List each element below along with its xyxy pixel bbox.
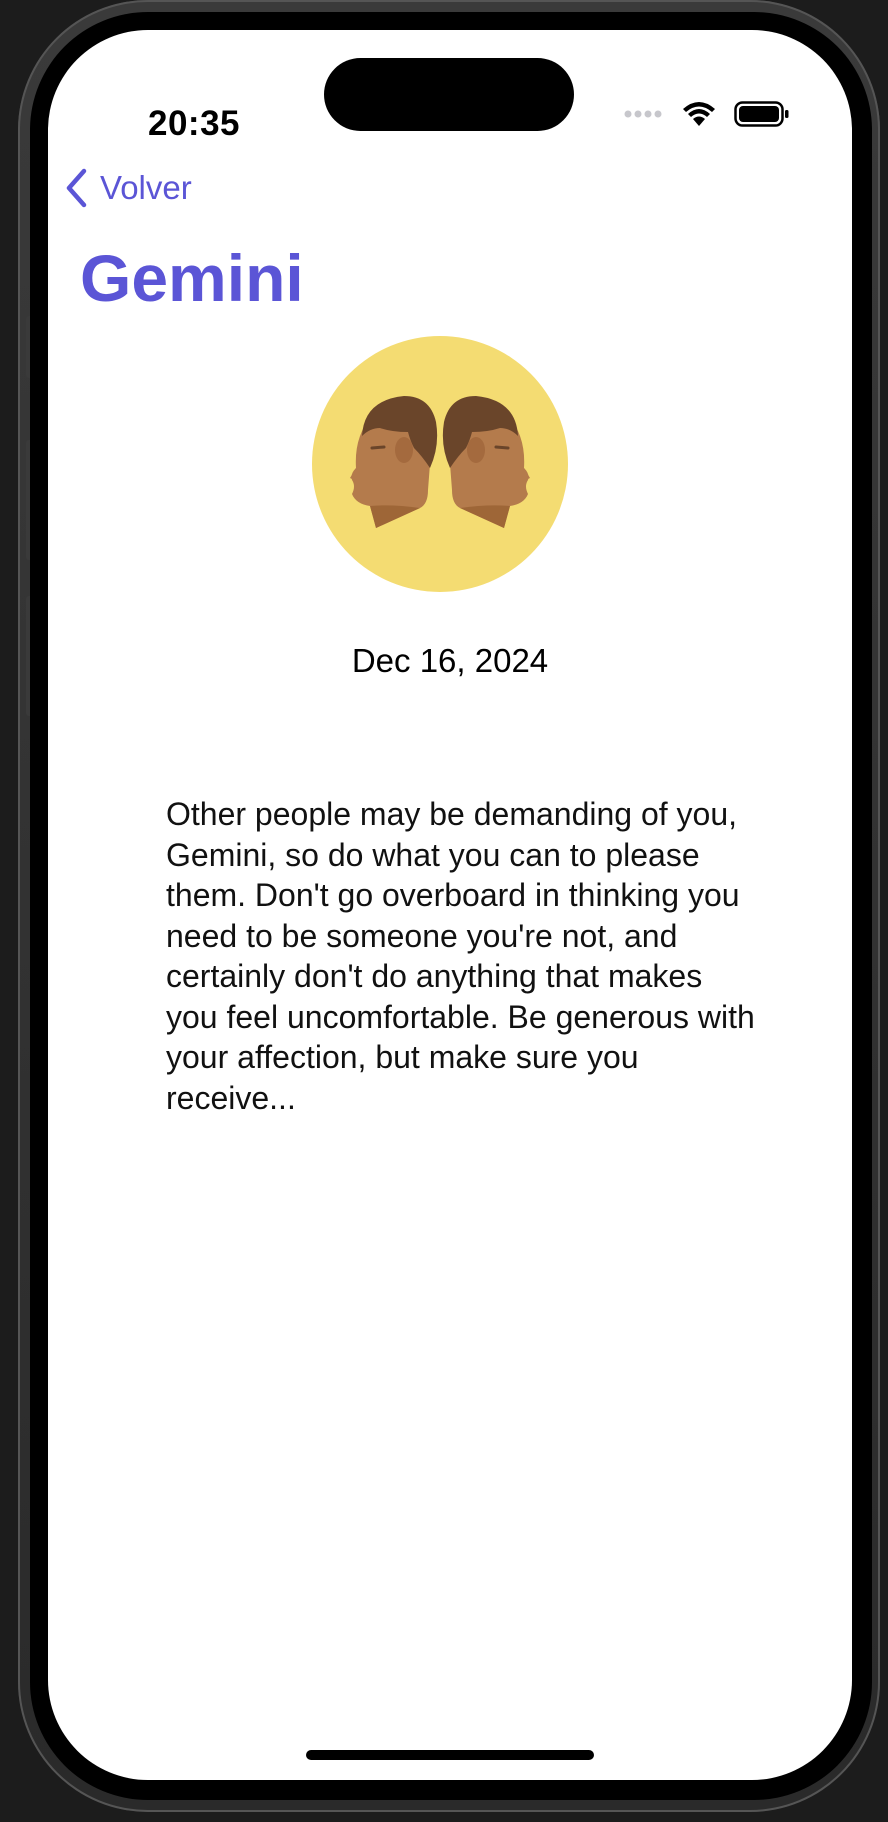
wifi-icon — [683, 102, 715, 126]
back-button[interactable]: Volver — [64, 168, 192, 208]
status-time: 20:35 — [148, 104, 241, 143]
battery-full-icon — [734, 101, 789, 127]
back-label: Volver — [100, 169, 192, 206]
status-icons — [624, 100, 790, 128]
horoscope-text: Other people may be demanding of you, Ge… — [166, 796, 755, 1116]
home-indicator[interactable] — [306, 1750, 594, 1760]
signal-dots-icon — [624, 110, 662, 118]
gemini-twins-icon — [312, 336, 568, 592]
chevron-left-icon — [66, 168, 87, 208]
dynamic-island — [324, 58, 574, 131]
reading-date: Dec 16, 2024 — [351, 642, 549, 679]
screen: 20:35 Volver Gemini Dec 16, 2024 Other p… — [48, 30, 852, 1780]
page-title: Gemini — [80, 241, 304, 315]
